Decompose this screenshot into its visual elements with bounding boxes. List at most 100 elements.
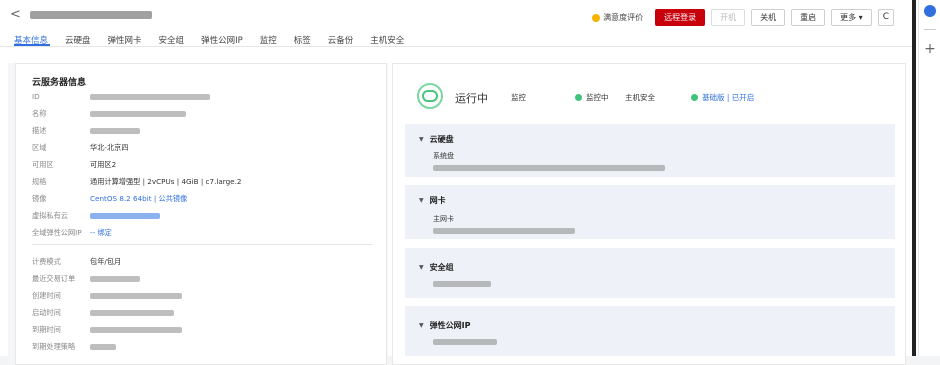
right-rail: +: [918, 0, 940, 356]
satisfaction-link[interactable]: 满意度评价: [592, 12, 643, 23]
tab-bar: 基本信息 云硬盘 弹性网卡 安全组 弹性公网IP 监控 标签 云备份 主机安全: [14, 34, 421, 46]
host-security-link[interactable]: 基础版 | 已开启: [702, 92, 754, 103]
more-button[interactable]: 更多 ▾: [831, 9, 872, 26]
info-row-name: 名称: [32, 109, 186, 119]
tab-nic[interactable]: 弹性网卡: [108, 34, 142, 46]
eip-card-header[interactable]: ▼ 弹性公网IP: [419, 320, 470, 331]
info-label: 镜像: [32, 194, 47, 203]
action-bar: 满意度评价 远程登录 开机 关机 重启 更多 ▾ C: [592, 9, 894, 26]
rail-divider: [924, 29, 936, 30]
status-dot-icon: [691, 94, 698, 101]
info-row-billing: 计费模式 包年/包月: [32, 257, 121, 267]
info-row-global-eip: 全域弹性公网IP -- 绑定: [32, 228, 112, 238]
nic-card: ▼ 网卡 主网卡: [405, 185, 895, 239]
divider: [32, 244, 372, 245]
tab-host-security[interactable]: 主机安全: [370, 34, 404, 46]
cloud-server-icon: [417, 83, 443, 109]
refresh-icon[interactable]: C: [877, 9, 894, 26]
info-row-image: 镜像 CentOS 8.2 64bit | 公共镜像: [32, 194, 187, 204]
server-info-panel: 云服务器信息 ID 名称 描述 区域 华北-北京四 可用区 可用区2 规格 通用…: [15, 63, 387, 365]
info-label: 启动时间: [32, 308, 61, 317]
security-group-card: ▼ 安全组: [405, 248, 895, 298]
tab-disk[interactable]: 云硬盘: [65, 34, 91, 46]
info-row-expire: 到期时间: [32, 325, 182, 335]
info-row-expire-policy: 到期处理策略: [32, 342, 116, 352]
info-label: 计费模式: [32, 257, 61, 266]
host-security-status: 主机安全: [625, 92, 655, 103]
remote-login-button[interactable]: 远程登录: [655, 9, 706, 26]
info-value-redacted: [90, 274, 140, 284]
info-label: 全域弹性公网IP: [32, 228, 82, 237]
info-row-region: 区域 华北-北京四: [32, 143, 129, 153]
chevron-down-icon: ▼: [419, 197, 424, 204]
info-label: 到期处理策略: [32, 342, 76, 351]
info-row-az: 可用区 可用区2: [32, 160, 116, 170]
monitor-label: 监控: [511, 93, 526, 102]
info-row-flavor: 规格 通用计算增强型 | 2vCPUs | 4GiB | c7.large.2: [32, 177, 241, 187]
disk-card-title: 云硬盘: [429, 135, 454, 144]
tab-tags[interactable]: 标签: [294, 34, 311, 46]
page-header: < 满意度评价 远程登录 开机 关机 重启 更多 ▾ C 基本信息 云硬盘 弹性…: [0, 0, 912, 47]
info-label: 可用区: [32, 160, 54, 169]
page-scrollbar[interactable]: [912, 0, 916, 356]
restart-button[interactable]: 重启: [791, 9, 826, 26]
nic-card-header[interactable]: ▼ 网卡: [419, 195, 446, 206]
info-value-redacted: [90, 308, 174, 318]
eip-detail-redacted[interactable]: [433, 338, 497, 346]
chevron-down-icon: ▼: [419, 136, 424, 143]
tab-backup[interactable]: 云备份: [328, 34, 354, 46]
vpc-link-redacted[interactable]: [90, 211, 160, 221]
nic-detail-redacted[interactable]: [433, 227, 575, 235]
info-value-redacted: [90, 92, 210, 101]
chevron-down-icon: ▼: [419, 322, 424, 329]
eip-card: ▼ 弹性公网IP: [405, 306, 895, 356]
info-value: 可用区2: [90, 160, 117, 169]
add-icon[interactable]: +: [919, 42, 940, 56]
info-label: 描述: [32, 126, 47, 135]
tab-security-group[interactable]: 安全组: [159, 34, 185, 46]
assistant-icon[interactable]: [924, 5, 936, 17]
info-value-redacted: [90, 325, 182, 335]
tab-eip[interactable]: 弹性公网IP: [201, 34, 243, 46]
info-label: 规格: [32, 177, 47, 186]
monitor-status: 监控: [511, 92, 526, 103]
info-value-redacted: [90, 126, 140, 136]
host-security-label: 主机安全: [625, 93, 655, 102]
security-group-card-header[interactable]: ▼ 安全组: [419, 262, 454, 273]
chevron-down-icon: ▼: [419, 264, 424, 271]
smile-icon: [592, 13, 601, 22]
running-status: 运行中: [455, 92, 488, 105]
info-value: 华北-北京四: [90, 143, 129, 152]
info-label: 最近交易订单: [32, 274, 76, 283]
back-button[interactable]: <: [10, 7, 21, 22]
power-on-button[interactable]: 开机: [711, 9, 746, 26]
info-label: 虚拟私有云: [32, 211, 68, 220]
host-security-value: 基础版 | 已开启: [691, 92, 754, 103]
security-group-detail-redacted[interactable]: [433, 280, 491, 288]
monitor-value-text: 监控中: [586, 93, 609, 102]
status-panel: 运行中 监控 监控中 主机安全 基础版 | 已开启 ▼ 云硬盘 系统盘 ▼ 网卡…: [392, 63, 906, 365]
app-window: < 满意度评价 远程登录 开机 关机 重启 更多 ▾ C 基本信息 云硬盘 弹性…: [0, 0, 918, 365]
info-row-desc: 描述: [32, 126, 140, 136]
eip-card-title: 弹性公网IP: [429, 321, 471, 330]
info-value: 包年/包月: [90, 257, 122, 266]
image-link[interactable]: CentOS 8.2 64bit | 公共镜像: [90, 194, 187, 204]
disk-card-header[interactable]: ▼ 云硬盘: [419, 134, 454, 145]
status-dot-icon: [575, 94, 582, 101]
info-value-redacted: [90, 109, 186, 119]
power-off-button[interactable]: 关机: [751, 9, 786, 26]
info-value: 通用计算增强型 | 2vCPUs | 4GiB | c7.large.2: [90, 177, 242, 186]
info-label: 创建时间: [32, 291, 61, 300]
bind-eip-link[interactable]: -- 绑定: [90, 228, 112, 238]
security-group-card-title: 安全组: [429, 263, 454, 272]
info-row-id: ID: [32, 92, 210, 101]
tab-monitor[interactable]: 监控: [260, 34, 277, 46]
nic-card-title: 网卡: [429, 196, 446, 205]
active-tab-indicator: [14, 44, 50, 46]
disk-detail-redacted[interactable]: [433, 164, 665, 172]
info-value-redacted: [90, 291, 182, 301]
info-label: ID: [32, 92, 40, 101]
satisfaction-label: 满意度评价: [603, 13, 644, 22]
system-disk-label: 系统盘: [433, 152, 454, 160]
cloud-shape: [422, 90, 438, 102]
